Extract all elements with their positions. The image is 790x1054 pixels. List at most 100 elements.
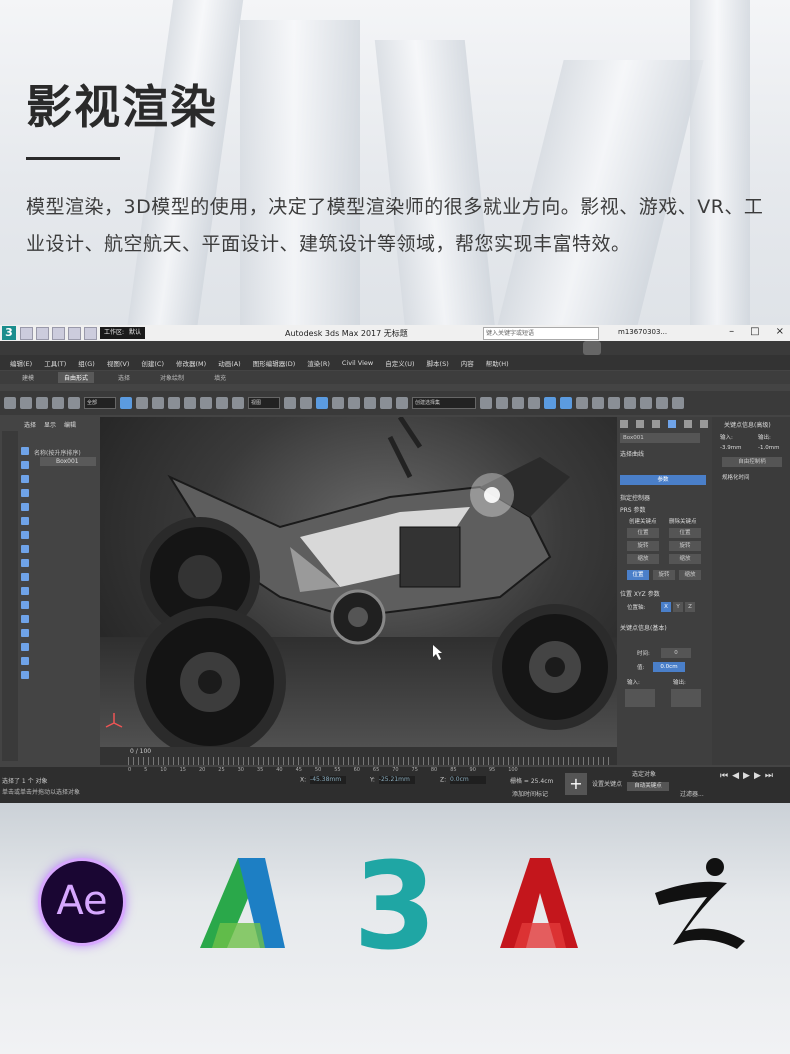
search-input[interactable]: 键入关键字或短语 xyxy=(483,327,599,340)
frame-counter[interactable]: 0 / 100 xyxy=(130,748,151,755)
unlink-icon[interactable] xyxy=(52,397,64,409)
display-geometry-icon[interactable] xyxy=(21,447,29,455)
in-tangent-button[interactable] xyxy=(625,689,655,707)
display-helpers-icon[interactable] xyxy=(21,503,29,511)
render-iterative-icon[interactable] xyxy=(640,397,652,409)
hierarchy-tab-icon[interactable] xyxy=(652,420,660,428)
adv-in-value[interactable]: -3.9mm xyxy=(720,445,741,451)
select-manipulate-icon[interactable] xyxy=(300,397,312,409)
scene-object-row[interactable]: Box001 xyxy=(40,457,96,466)
key-time-field[interactable]: 0 xyxy=(661,648,691,658)
layer-explorer-icon[interactable] xyxy=(512,397,524,409)
create-tab-icon[interactable] xyxy=(620,420,628,428)
out-tangent-button[interactable] xyxy=(671,689,701,707)
a360-render-icon[interactable] xyxy=(672,397,684,409)
section-key-info-basic[interactable]: 关键点信息(基本) xyxy=(620,623,667,632)
maximize-icon[interactable]: □ xyxy=(750,326,759,337)
play-icon[interactable]: ▶ xyxy=(743,771,750,781)
go-to-start-icon[interactable]: ⏮ xyxy=(720,771,728,781)
scale-icon[interactable] xyxy=(216,397,228,409)
save-file-icon[interactable] xyxy=(52,327,65,340)
undo-icon[interactable] xyxy=(68,327,81,340)
filter-icon[interactable] xyxy=(21,657,29,665)
delete-scale-key-button[interactable]: 缩放 xyxy=(669,554,701,564)
normalize-time-checkbox[interactable]: 规格化时间 xyxy=(722,473,750,481)
modify-tab-icon[interactable] xyxy=(636,420,644,428)
menu-item[interactable]: 帮助(H) xyxy=(486,358,509,368)
tab-modeling[interactable]: 建模 xyxy=(16,372,40,383)
redo-icon[interactable] xyxy=(84,327,97,340)
tab-edit[interactable]: 编辑 xyxy=(64,420,76,429)
redo-icon[interactable] xyxy=(20,397,32,409)
close-icon[interactable]: × xyxy=(776,326,784,337)
rect-selection-icon[interactable] xyxy=(152,397,164,409)
open-file-icon[interactable] xyxy=(36,327,49,340)
auto-key-button[interactable]: 自动关键点 xyxy=(627,782,669,791)
render-setup-icon[interactable] xyxy=(592,397,604,409)
scale-mode-button[interactable]: 缩放 xyxy=(679,570,701,580)
create-position-key-button[interactable]: 位置 xyxy=(627,528,659,538)
key-value-field[interactable]: 0.0cm xyxy=(653,662,685,672)
create-rotation-key-button[interactable]: 旋转 xyxy=(627,541,659,551)
minimize-icon[interactable]: – xyxy=(729,326,734,337)
align-icon[interactable] xyxy=(496,397,508,409)
render-production-icon[interactable] xyxy=(624,397,636,409)
next-frame-icon[interactable]: ▶ xyxy=(754,771,761,781)
snap-toggle-icon[interactable] xyxy=(332,397,344,409)
spinner-snap-icon[interactable] xyxy=(380,397,392,409)
display-groups-icon[interactable] xyxy=(21,531,29,539)
scene-sort-header[interactable]: 名称(按升序排序) xyxy=(34,448,81,457)
display-none-icon[interactable] xyxy=(21,629,29,637)
tab-object-paint[interactable]: 对象绘制 xyxy=(154,372,190,383)
axis-x-button[interactable]: X xyxy=(661,602,671,612)
display-xrefs-icon[interactable] xyxy=(21,545,29,553)
move-icon[interactable] xyxy=(184,397,196,409)
coord-x-value[interactable]: -45.38mm xyxy=(310,776,347,784)
display-containers-icon[interactable] xyxy=(21,573,29,581)
menu-item[interactable]: 编辑(E) xyxy=(10,358,32,368)
section-position-xyz[interactable]: 位置 XYZ 参数 xyxy=(620,589,660,598)
utilities-tab-icon[interactable] xyxy=(700,420,708,428)
named-selection-dropdown[interactable]: 创建选择集 xyxy=(412,397,476,409)
menu-item[interactable]: 视图(V) xyxy=(107,358,130,368)
tab-select[interactable]: 选择 xyxy=(24,420,36,429)
render-activeshade-icon[interactable] xyxy=(656,397,668,409)
axis-y-button[interactable]: Y xyxy=(673,602,683,612)
display-all-icon[interactable] xyxy=(21,615,29,623)
set-key-button[interactable]: 设置关键点 xyxy=(592,779,622,788)
menu-item[interactable]: 渲染(R) xyxy=(307,358,330,368)
workspace-selector[interactable]: 工作区: 默认 xyxy=(100,327,146,339)
time-slider[interactable]: 0 / 100 xyxy=(100,747,617,765)
set-key-plus-icon[interactable]: + xyxy=(565,773,587,795)
select-object-icon[interactable] xyxy=(120,397,132,409)
menu-item[interactable]: Civil View xyxy=(342,359,373,367)
reference-coord-dropdown[interactable]: 视图 xyxy=(248,397,280,409)
menu-item[interactable]: 图形编辑器(D) xyxy=(253,358,296,368)
rotate-icon[interactable] xyxy=(200,397,212,409)
place-icon[interactable] xyxy=(232,397,244,409)
new-file-icon[interactable] xyxy=(20,327,33,340)
previous-frame-icon[interactable]: ◀ xyxy=(732,771,739,781)
invert-display-icon[interactable] xyxy=(21,643,29,651)
menu-item[interactable]: 脚本(S) xyxy=(427,358,449,368)
display-frozen-icon[interactable] xyxy=(21,587,29,595)
pivot-center-icon[interactable] xyxy=(284,397,296,409)
add-time-tag[interactable]: 添加时间标记 xyxy=(512,789,548,798)
position-mode-button[interactable]: 位置 xyxy=(627,570,649,580)
menu-item[interactable]: 动画(A) xyxy=(218,358,241,368)
rendered-frame-icon[interactable] xyxy=(608,397,620,409)
angle-snap-icon[interactable] xyxy=(348,397,360,409)
menu-item[interactable]: 组(G) xyxy=(78,358,95,368)
material-editor-icon[interactable] xyxy=(576,397,588,409)
menu-item[interactable]: 内容 xyxy=(461,358,474,368)
adv-out-value[interactable]: -1.0mm xyxy=(758,445,779,451)
menu-item[interactable]: 修改器(M) xyxy=(176,358,206,368)
select-by-name-icon[interactable] xyxy=(136,397,148,409)
key-info-advanced-title[interactable]: 关键点信息(高级) xyxy=(724,420,771,429)
selected-object-dropdown[interactable]: 选定对象 xyxy=(632,769,656,778)
axis-z-button[interactable]: Z xyxy=(685,602,695,612)
menu-item[interactable]: 工具(T) xyxy=(44,358,66,368)
delete-position-key-button[interactable]: 位置 xyxy=(669,528,701,538)
display-tab-icon[interactable] xyxy=(684,420,692,428)
viewport-perspective[interactable] xyxy=(100,417,617,747)
